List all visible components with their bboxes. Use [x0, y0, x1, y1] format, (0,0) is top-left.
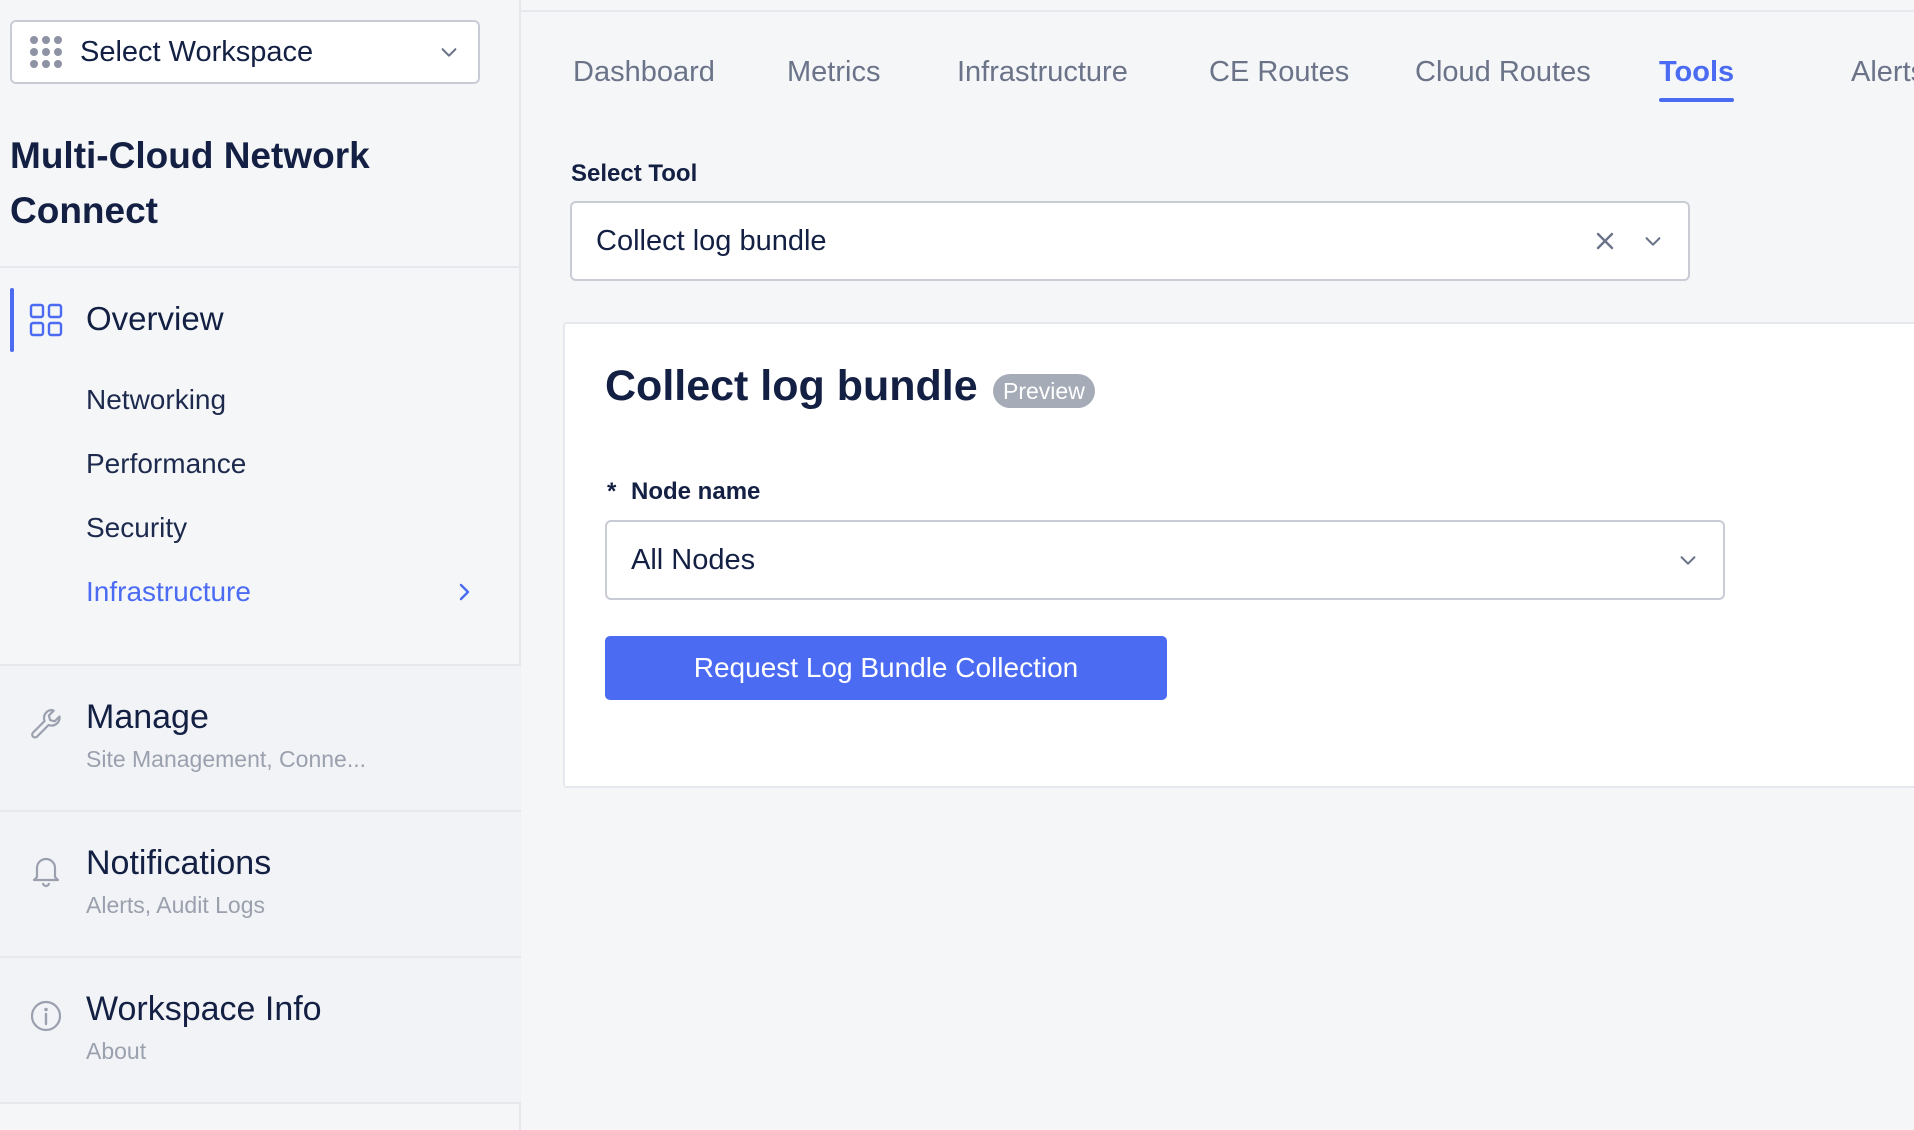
tab-infrastructure[interactable]: Infrastructure — [957, 56, 1128, 89]
sidebar-divider — [0, 266, 521, 268]
preview-badge: Preview — [993, 374, 1095, 408]
clear-icon[interactable] — [1594, 230, 1616, 252]
sidebar-section-manage[interactable]: Manage Site Management, Conne... — [0, 666, 521, 810]
top-divider — [521, 10, 1914, 12]
sidebar-item-label: Overview — [86, 300, 224, 337]
bell-icon — [32, 857, 60, 888]
tab-ce-routes[interactable]: CE Routes — [1209, 56, 1349, 89]
required-asterisk: * — [607, 478, 617, 505]
sidebar-item-networking[interactable]: Networking — [86, 384, 226, 416]
section-subtitle: About — [86, 1038, 147, 1064]
sidebar-item-performance[interactable]: Performance — [86, 448, 246, 480]
tool-card: Collect log bundle Preview * Node name A… — [563, 322, 1914, 788]
select-tool-label: Select Tool — [571, 160, 698, 187]
dashboard-grid-icon — [29, 303, 63, 337]
wrench-icon — [31, 708, 61, 739]
section-subtitle: Alerts, Audit Logs — [86, 892, 265, 918]
section-title: Manage — [86, 698, 209, 736]
chevron-down-icon — [1680, 556, 1696, 565]
workspace-select[interactable]: Select Workspace — [10, 20, 480, 84]
tab-dashboard[interactable]: Dashboard — [573, 56, 715, 89]
tab-metrics[interactable]: Metrics — [787, 56, 880, 89]
node-name-label-text: Node name — [631, 478, 761, 505]
active-indicator — [10, 288, 14, 352]
section-title: Workspace Info — [86, 990, 322, 1028]
node-name-value: All Nodes — [631, 543, 756, 576]
tab-tools[interactable]: Tools — [1659, 56, 1735, 102]
chevron-right-icon[interactable] — [455, 580, 475, 604]
app-root: Select Workspace Multi-Cloud Network Con… — [0, 0, 1914, 1130]
sidebar-divider — [0, 1102, 521, 1104]
chevron-down-icon — [441, 48, 457, 57]
sidebar: Select Workspace Multi-Cloud Network Con… — [0, 0, 521, 1130]
sidebar-item-security[interactable]: Security — [86, 512, 187, 544]
main-content: Dashboard Metrics Infrastructure CE Rout… — [521, 0, 1914, 1130]
tab-cloud-routes[interactable]: Cloud Routes — [1415, 56, 1591, 89]
select-tool-dropdown[interactable]: Collect log bundle — [570, 201, 1690, 281]
section-subtitle: Site Management, Conne... — [86, 746, 366, 772]
sidebar-section-workspace-info[interactable]: Workspace Info About — [0, 958, 521, 1102]
sidebar-item-infrastructure[interactable]: Infrastructure — [86, 576, 251, 608]
sidebar-item-overview[interactable]: Overview — [0, 288, 521, 352]
tab-alerts[interactable]: Alerts — [1851, 56, 1914, 89]
node-name-dropdown[interactable]: All Nodes — [605, 520, 1725, 600]
chevron-down-icon — [1645, 237, 1661, 246]
node-name-label: * Node name — [607, 478, 760, 506]
sidebar-section-notifications[interactable]: Notifications Alerts, Audit Logs — [0, 812, 521, 956]
grid-dots-icon — [30, 36, 62, 68]
workspace-select-label: Select Workspace — [80, 35, 314, 68]
select-tool-value: Collect log bundle — [596, 224, 827, 257]
section-title: Notifications — [86, 844, 272, 882]
info-icon — [30, 1000, 62, 1032]
request-log-bundle-button[interactable]: Request Log Bundle Collection — [605, 636, 1167, 700]
card-title: Collect log bundle — [605, 362, 978, 410]
app-title: Multi-Cloud Network Connect — [10, 135, 370, 231]
